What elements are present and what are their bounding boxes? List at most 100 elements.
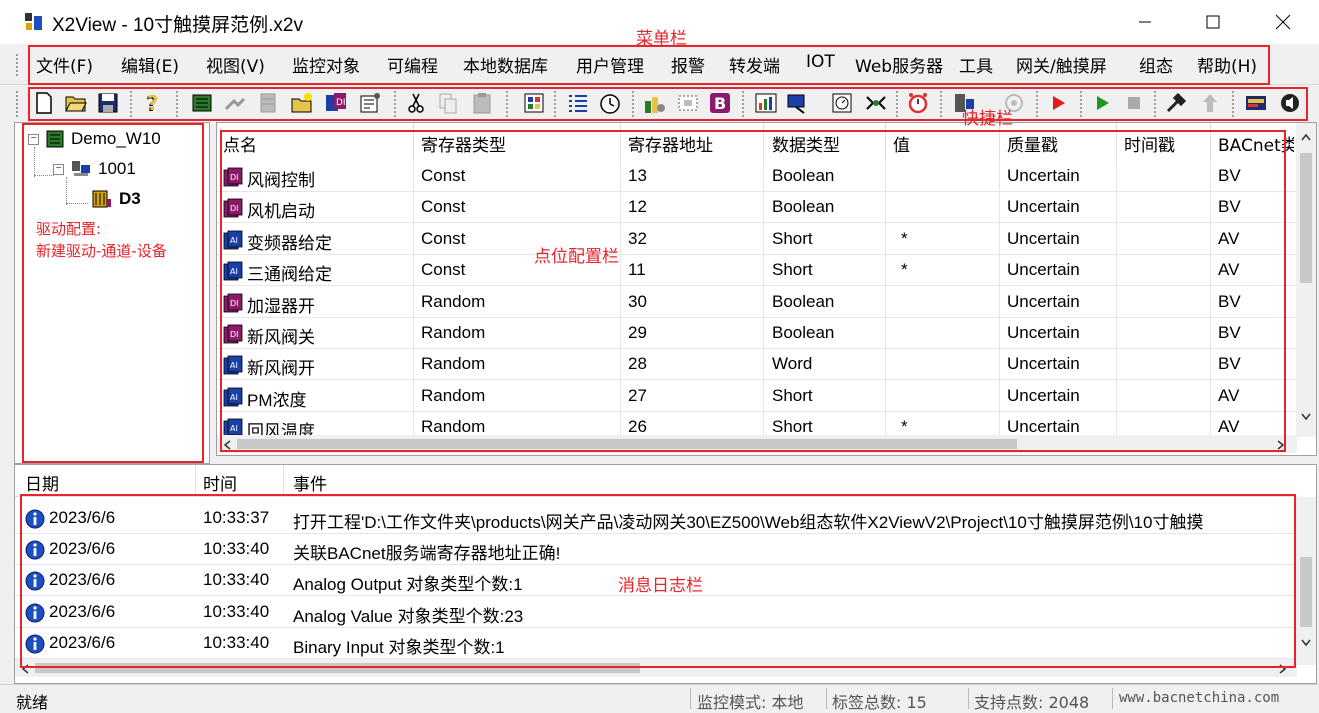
table-row[interactable]: DI 加湿器开 Random 30 Boolean Uncertain BV — [217, 287, 1297, 318]
play-green-icon[interactable] — [1090, 91, 1114, 115]
table-row[interactable]: DI 风阀控制 Const 13 Boolean Uncertain BV — [217, 161, 1297, 192]
column-header-register-address[interactable]: 寄存器地址 — [628, 131, 713, 156]
menu-view[interactable]: 视图(V) — [206, 52, 265, 77]
log-row[interactable]: 2023/6/6 10:33:40 Binary Input 对象类型个数:1 — [15, 628, 1297, 659]
new-file-icon[interactable] — [32, 91, 56, 115]
palette-icon[interactable] — [522, 91, 546, 115]
menu-forwarder[interactable]: 转发端 — [729, 52, 780, 77]
scroll-left-icon[interactable] — [223, 440, 231, 450]
cut-icon[interactable] — [404, 91, 428, 115]
column-divider[interactable] — [885, 123, 886, 161]
grid-vertical-scrollbar[interactable] — [1296, 123, 1316, 437]
collapse-icon[interactable]: − — [53, 163, 64, 175]
speaker-icon[interactable] — [1278, 91, 1302, 115]
tree-node-device[interactable]: D3 — [91, 189, 141, 209]
network-icon[interactable] — [864, 91, 888, 115]
menu-iot[interactable]: IOT — [806, 52, 835, 72]
column-header-bacnet[interactable]: BACnet类 — [1218, 131, 1294, 156]
column-divider[interactable] — [1116, 123, 1117, 161]
scroll-left-icon[interactable] — [21, 664, 29, 674]
table-row[interactable]: DI 风机启动 Const 12 Boolean Uncertain BV — [217, 192, 1297, 224]
properties-icon[interactable] — [358, 91, 382, 115]
menu-monitor-objects[interactable]: 监控对象 — [292, 52, 360, 77]
column-divider[interactable] — [283, 465, 284, 497]
tree-node-project[interactable]: − Demo_W10 — [28, 129, 161, 149]
log-row[interactable]: 2023/6/6 10:33:40 Analog Value 对象类型个数:23 — [15, 597, 1297, 628]
table-row[interactable]: AI 变频器给定 Const 32 Short * Uncertain AV — [217, 224, 1297, 255]
column-divider[interactable] — [195, 465, 196, 497]
maximize-button[interactable] — [1178, 0, 1248, 44]
play-red-icon[interactable] — [1046, 91, 1070, 115]
scroll-down-icon[interactable] — [1301, 639, 1311, 647]
timer-icon[interactable] — [598, 91, 622, 115]
hammer-icon[interactable] — [1164, 91, 1188, 115]
column-divider[interactable] — [620, 123, 621, 161]
menu-tools[interactable]: 工具 — [959, 52, 993, 77]
scrollbar-thumb[interactable] — [35, 663, 640, 673]
help-icon[interactable]: ?? — [140, 91, 164, 115]
scroll-down-icon[interactable] — [1301, 413, 1311, 421]
device-icon[interactable] — [190, 91, 214, 115]
column-header-timestamp[interactable]: 时间戳 — [1124, 131, 1175, 156]
table-icon[interactable] — [256, 91, 280, 115]
list-icon[interactable] — [566, 91, 590, 115]
column-header-name[interactable]: 点名 — [223, 131, 257, 156]
menu-web-server[interactable]: Web服务器 — [855, 52, 943, 77]
display-icon[interactable] — [1244, 91, 1268, 115]
column-header-data-type[interactable]: 数据类型 — [772, 131, 840, 156]
scrollbar-thumb[interactable] — [1300, 153, 1312, 283]
b-icon[interactable]: B — [708, 91, 732, 115]
table-row[interactable]: AI PM浓度 Random 27 Short Uncertain AV — [217, 381, 1297, 412]
log-horizontal-scrollbar[interactable] — [15, 659, 1297, 677]
menu-help[interactable]: 帮助(H) — [1197, 52, 1257, 77]
tree-node-channel[interactable]: − 1001 — [53, 159, 136, 179]
save-icon[interactable] — [96, 91, 120, 115]
chart-icon[interactable] — [754, 91, 778, 115]
column-header-value[interactable]: 值 — [893, 131, 910, 156]
menu-alarm[interactable]: 报警 — [671, 52, 705, 77]
connect-icon[interactable] — [222, 91, 246, 115]
scroll-up-icon[interactable] — [1301, 133, 1311, 141]
column-divider[interactable] — [413, 123, 414, 161]
calendar-icon[interactable] — [830, 91, 854, 115]
menu-file[interactable]: 文件(F) — [36, 52, 93, 77]
menu-user-management[interactable]: 用户管理 — [576, 52, 644, 77]
copy-icon[interactable] — [436, 91, 460, 115]
close-button[interactable] — [1248, 0, 1318, 44]
scroll-right-icon[interactable] — [1279, 664, 1287, 674]
column-header-quality[interactable]: 质量戳 — [1007, 131, 1058, 156]
menu-edit[interactable]: 编辑(E) — [121, 52, 179, 77]
column-header-register-type[interactable]: 寄存器类型 — [421, 131, 506, 156]
add-device-icon[interactable] — [290, 91, 314, 115]
upload-icon[interactable] — [1198, 91, 1222, 115]
menu-configuration[interactable]: 组态 — [1139, 52, 1173, 77]
scrollbar-thumb[interactable] — [237, 439, 1017, 449]
data-point-icon[interactable]: DI — [324, 91, 348, 115]
log-row[interactable]: 2023/6/6 10:33:37 打开工程'D:\工作文件夹\products\网… — [15, 503, 1297, 534]
menu-local-database[interactable]: 本地数据库 — [463, 52, 548, 77]
collapse-icon[interactable]: − — [28, 133, 39, 145]
scrollbar-thumb[interactable] — [1300, 557, 1312, 627]
log-column-time[interactable]: 时间 — [203, 470, 237, 495]
table-row[interactable]: AI 新风阀开 Random 28 Word Uncertain BV — [217, 349, 1297, 381]
table-row[interactable]: AI 三通阀给定 Const 11 Short * Uncertain AV — [217, 255, 1297, 287]
log-column-date[interactable]: 日期 — [25, 470, 59, 495]
log-column-event[interactable]: 事件 — [293, 470, 327, 495]
menu-programmable[interactable]: 可编程 — [387, 52, 438, 77]
monitor-icon[interactable] — [786, 91, 810, 115]
alarm-clock-icon[interactable] — [906, 91, 930, 115]
scroll-right-icon[interactable] — [1277, 440, 1285, 450]
menu-gateway-touchscreen[interactable]: 网关/触摸屏 — [1016, 52, 1107, 77]
stop-icon[interactable] — [1122, 91, 1146, 115]
tools-icon[interactable] — [642, 91, 666, 115]
grid-horizontal-scrollbar[interactable] — [217, 435, 1297, 453]
minimize-button[interactable] — [1110, 0, 1180, 44]
open-folder-icon[interactable] — [64, 91, 88, 115]
column-divider[interactable] — [1210, 123, 1211, 161]
paste-icon[interactable] — [470, 91, 494, 115]
grid-icon[interactable] — [676, 91, 700, 115]
table-row[interactable]: DI 新风阀关 Random 29 Boolean Uncertain BV — [217, 318, 1297, 349]
column-divider[interactable] — [763, 123, 764, 161]
log-row[interactable]: 2023/6/6 10:33:40 关联BACnet服务端寄存器地址正确! — [15, 534, 1297, 566]
log-vertical-scrollbar[interactable] — [1296, 497, 1316, 665]
